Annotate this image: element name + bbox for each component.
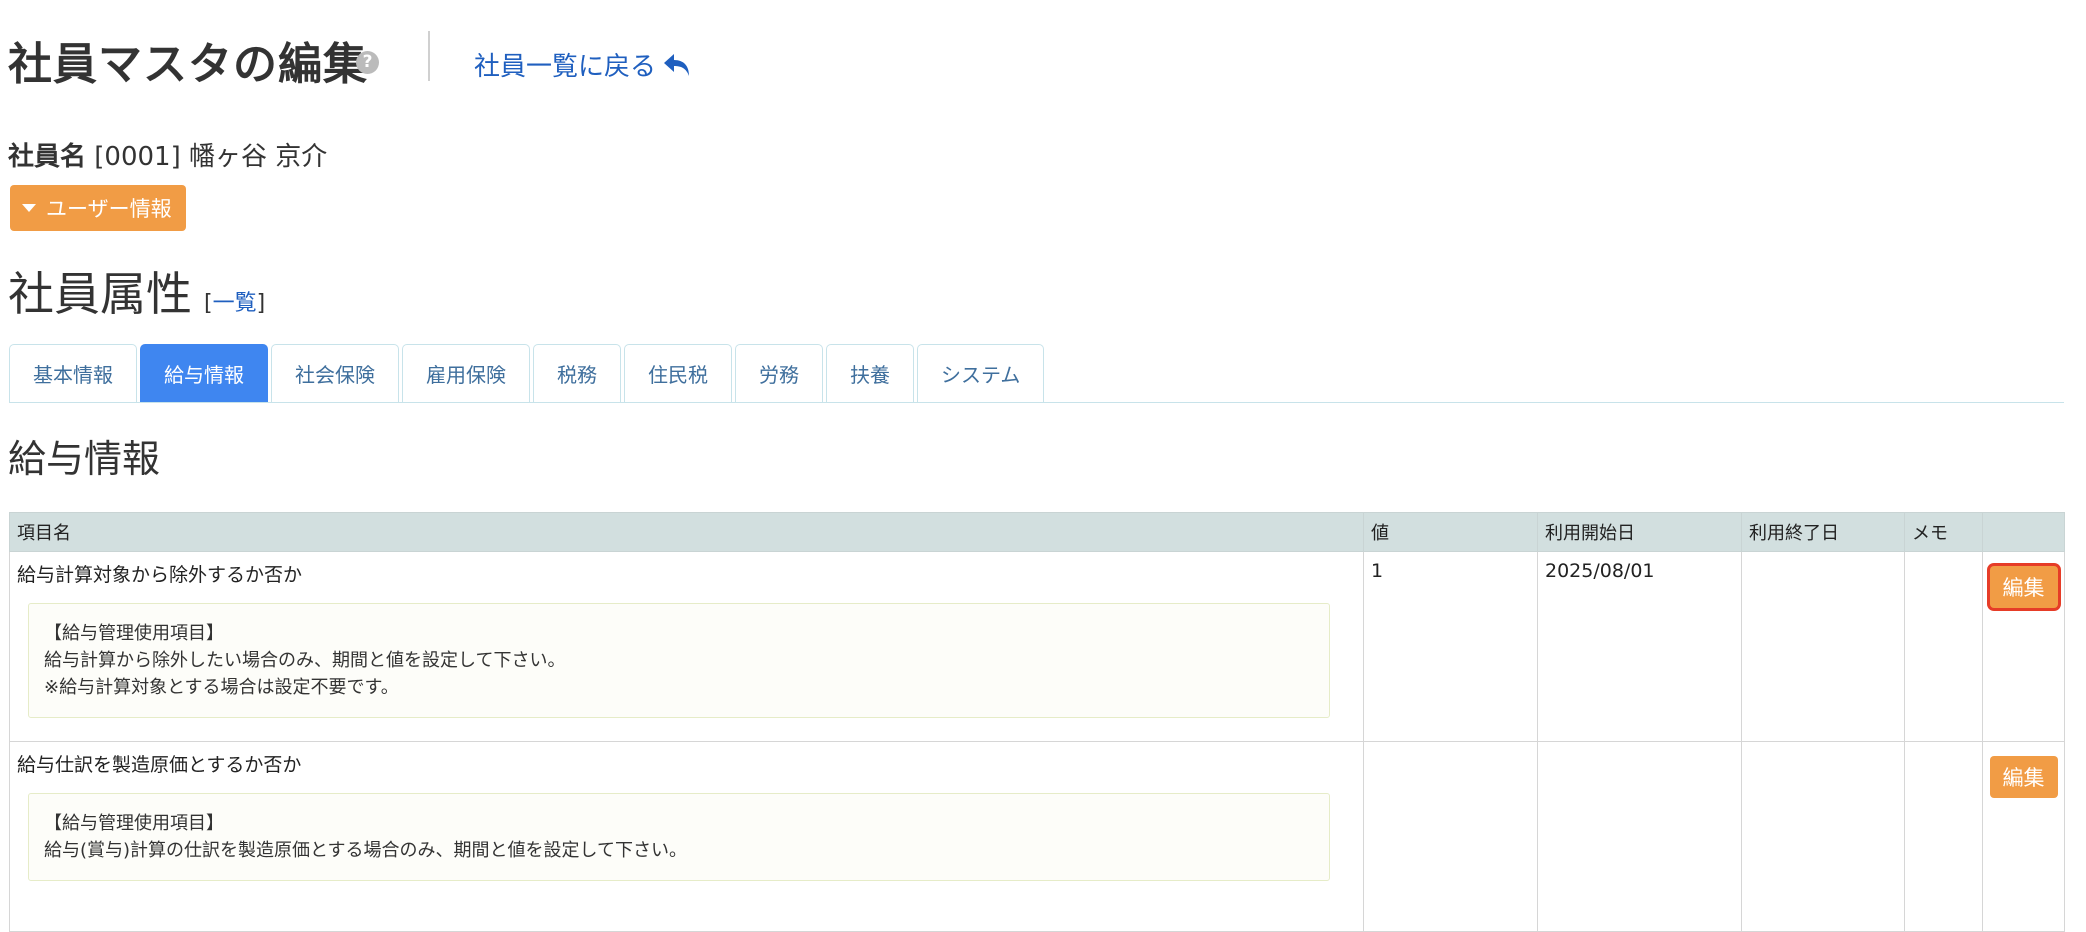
start-date-cell: 2025/08/01 xyxy=(1537,551,1742,742)
employee-code: [0001] xyxy=(94,142,181,172)
table-row: 給与計算対象から除外するか否か 【給与管理使用項目】 給与計算から除外したい場合… xyxy=(9,551,2065,742)
title-divider xyxy=(428,31,430,81)
employee-name-label: 社員名 xyxy=(8,142,87,172)
item-cell: 給与計算対象から除外するか否か 【給与管理使用項目】 給与計算から除外したい場合… xyxy=(9,551,1364,742)
section-title: 給与情報 xyxy=(8,437,161,481)
column-header-end-date: 利用終了日 xyxy=(1741,512,1905,552)
column-header-actions xyxy=(1982,512,2065,552)
end-date-cell xyxy=(1741,741,1905,932)
page-title: 社員マスタの編集 xyxy=(8,39,368,90)
attributes-list-link[interactable]: 一覧 xyxy=(213,291,257,316)
back-to-employee-list-link[interactable]: 社員一覧に戻る xyxy=(474,46,692,83)
end-date-cell xyxy=(1741,551,1905,742)
attributes-heading: 社員属性 [一覧] xyxy=(8,258,265,324)
value-cell xyxy=(1363,741,1538,932)
column-header-value: 値 xyxy=(1363,512,1538,552)
column-header-item: 項目名 xyxy=(9,512,1364,552)
user-info-button-label: ユーザー情報 xyxy=(46,197,172,221)
help-icon[interactable]: ? xyxy=(356,51,379,74)
salary-attributes-table: 項目名 値 利用開始日 利用終了日 メモ 給与計算対象から除外するか否か 【給与… xyxy=(9,512,2065,932)
note-line: ※給与計算対象とする場合は設定不要です。 xyxy=(44,677,399,698)
tabs-underline xyxy=(9,402,2064,403)
column-header-memo: メモ xyxy=(1904,512,1983,552)
note-line: 給与計算から除外したい場合のみ、期間と値を設定して下さい。 xyxy=(44,650,566,671)
item-cell: 給与仕訳を製造原価とするか否か 【給与管理使用項目】 給与(賞与)計算の仕訳を製… xyxy=(9,741,1364,932)
tab-employment-insurance[interactable]: 雇用保険 xyxy=(402,344,530,402)
column-header-start-date: 利用開始日 xyxy=(1537,512,1742,552)
note-line: 【給与管理使用項目】 xyxy=(44,623,224,644)
attributes-heading-text: 社員属性 xyxy=(8,267,192,321)
tab-resident-tax[interactable]: 住民税 xyxy=(624,344,732,402)
tab-labor[interactable]: 労務 xyxy=(735,344,823,402)
bracket-close: ] xyxy=(256,291,266,316)
table-row: 給与仕訳を製造原価とするか否か 【給与管理使用項目】 給与(賞与)計算の仕訳を製… xyxy=(9,741,2065,932)
start-date-cell xyxy=(1537,741,1742,932)
item-note: 【給与管理使用項目】 給与(賞与)計算の仕訳を製造原価とする場合のみ、期間と値を… xyxy=(28,793,1330,881)
action-cell: 編集 xyxy=(1982,551,2065,742)
note-line: 【給与管理使用項目】 xyxy=(44,813,224,834)
note-line: 給与(賞与)計算の仕訳を製造原価とする場合のみ、期間と値を設定して下さい。 xyxy=(44,840,687,861)
tab-salary-info[interactable]: 給与情報 xyxy=(140,344,268,402)
memo-cell xyxy=(1904,741,1983,932)
tab-basic-info[interactable]: 基本情報 xyxy=(9,344,137,402)
tab-system[interactable]: システム xyxy=(917,344,1045,402)
caret-down-icon xyxy=(22,204,36,212)
employee-name: 幡ヶ谷 京介 xyxy=(189,142,328,172)
reply-arrow-icon xyxy=(664,53,690,76)
table-header-row: 項目名 値 利用開始日 利用終了日 メモ xyxy=(9,512,2065,552)
tab-dependents[interactable]: 扶養 xyxy=(826,344,914,402)
edit-button[interactable]: 編集 xyxy=(1989,756,2058,798)
item-note: 【給与管理使用項目】 給与計算から除外したい場合のみ、期間と値を設定して下さい。… xyxy=(28,603,1330,718)
bracket-open: [ xyxy=(204,291,213,316)
value-cell: 1 xyxy=(1363,551,1538,742)
employee-name-line: 社員名 [0001] 幡ヶ谷 京介 xyxy=(8,136,327,173)
item-name: 給与仕訳を製造原価とするか否か xyxy=(17,754,302,776)
action-cell: 編集 xyxy=(1982,741,2065,932)
user-info-button[interactable]: ユーザー情報 xyxy=(10,185,186,231)
attribute-tabs: 基本情報 給与情報 社会保険 雇用保険 税務 住民税 労務 扶養 システム xyxy=(9,344,1045,404)
tab-tax[interactable]: 税務 xyxy=(533,344,621,402)
back-link-label: 社員一覧に戻る xyxy=(474,52,657,82)
attributes-list-link-wrap: [一覧] xyxy=(204,285,265,317)
item-name: 給与計算対象から除外するか否か xyxy=(17,564,303,586)
tab-social-insurance[interactable]: 社会保険 xyxy=(271,344,399,402)
edit-button[interactable]: 編集 xyxy=(1989,566,2058,608)
memo-cell xyxy=(1904,551,1983,742)
